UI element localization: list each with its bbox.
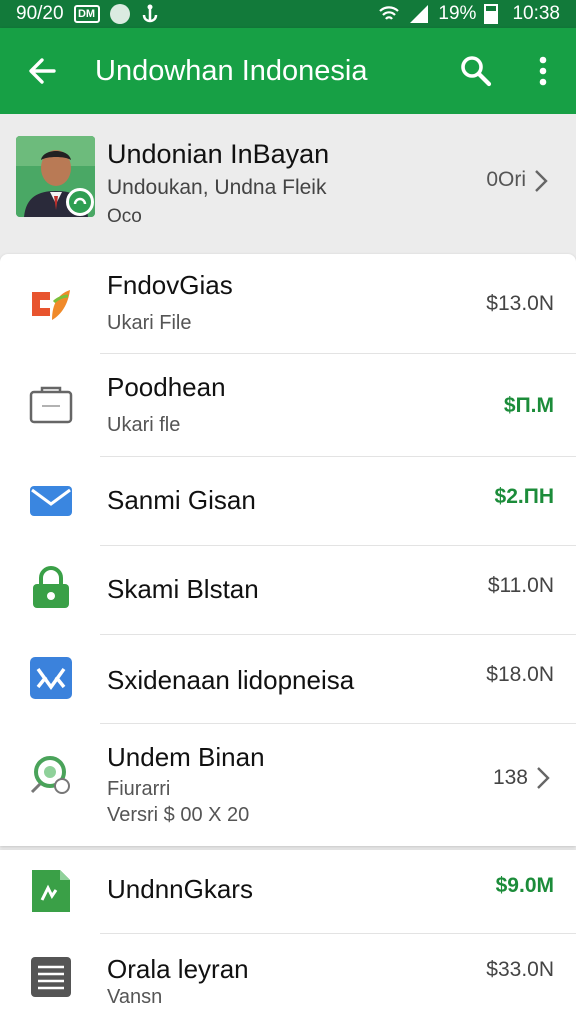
item-title: Undem Binan [107,742,265,772]
search-icon[interactable] [458,53,494,89]
profile-subtitle: Undoukan, Undna Fleik [107,176,327,199]
x-app-icon [30,657,72,699]
lock-icon [33,566,69,608]
item-title: Skami Blstan [107,574,259,604]
arrow-left-icon[interactable] [24,53,60,89]
list-item[interactable]: Sxidenaan lidopneisa $18.0N [0,635,576,724]
list-item[interactable]: Poodhean Ukari fle $П.M [0,354,576,457]
list-item[interactable]: Sanmi Gisan $2.ПH [0,457,576,546]
profile-count: 0Ori [486,168,526,191]
item-title: Poodhean [107,372,226,402]
item-version: Versri $ 00 X 20 [107,804,250,826]
item-count: 138 [492,766,528,789]
verified-badge-icon [66,188,94,216]
item-title: UndnnGkars [107,874,253,904]
list-item[interactable]: Undem Binan Fiurarri Versri $ 00 X 20 13… [0,724,576,846]
item-price: $11.0N [487,574,554,597]
item-title: Orala leyran [107,954,249,984]
item-price: $33.0N [486,958,554,981]
profile-meta: Oco [107,206,142,227]
leaf-logo-icon [32,290,70,320]
item-subtitle: Vansn [107,986,163,1008]
search-circle-icon [30,756,70,794]
item-subtitle: Ukari File [107,312,192,334]
notification-badge-icon: DM [73,5,100,23]
apps-list-card-2: UndnnGkars $9.0M Orala leyran Vansn $33.… [0,850,576,1024]
item-subtitle: Fiurarri [107,778,171,800]
profile-name: Undonian InBayan [107,139,330,169]
profile-header[interactable]: Undonian InBayan Undoukan, Undna Fleik O… [0,114,576,254]
item-subtitle: Ukari fle [107,414,181,436]
item-price: $П.M [503,394,554,417]
more-vert-icon[interactable] [528,53,558,89]
item-title: Sanmi Gisan [107,485,256,515]
battery-icon [484,4,499,24]
item-price: $2.ПH [494,485,554,508]
item-price: $9.0M [495,874,554,897]
chevron-right-icon [537,767,550,789]
list-item[interactable]: FndovGias Ukari File $13.0N [0,254,576,354]
item-price: $18.0N [486,663,554,686]
status-left-text: 90/20 [16,3,64,24]
list-item[interactable]: Orala leyran Vansn $33.0N [0,934,576,1024]
item-title: Sxidenaan lidopneisa [107,665,355,695]
signal-icon [410,5,429,23]
apps-list-card: FndovGias Ukari File $13.0N Poodhean Uka… [0,254,576,846]
folder-outline-icon [29,386,73,424]
clock: 10:38 [512,3,560,24]
wifi-icon [379,6,400,20]
list-item[interactable]: Skami Blstan $11.0N [0,546,576,635]
list-document-icon [31,957,71,997]
mail-icon [30,486,72,516]
page-title: Undowhan Indonesia [95,55,368,87]
battery-percent: 19% [438,3,477,24]
app-bar: Undowhan Indonesia [0,28,576,114]
item-title: FndovGias [107,270,233,300]
item-price: $13.0N [486,292,554,315]
list-item[interactable]: UndnnGkars $9.0M [0,850,576,934]
chevron-right-icon [535,170,548,192]
status-bar: 90/20 DM 19% 10:38 [0,0,576,28]
anchor-icon [142,4,157,23]
document-green-icon [32,870,70,912]
notification-dot-icon [109,4,130,24]
